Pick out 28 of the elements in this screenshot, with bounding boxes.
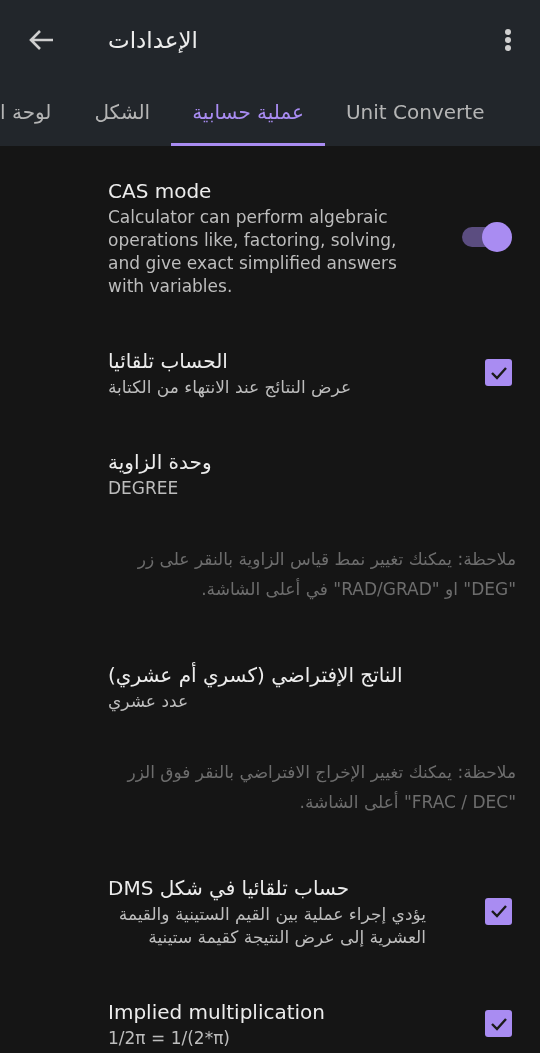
- setting-title: الناتج الإفتراضي (كسري أم عشري): [108, 661, 403, 690]
- setting-summary: 1/2π = 1/(2*π): [108, 1027, 230, 1050]
- tab[interactable]: Unit Converte: [325, 80, 506, 146]
- setting-title: وحدة الزاوية: [108, 449, 212, 476]
- checkbox[interactable]: [485, 359, 512, 386]
- toggle-switch[interactable]: [460, 221, 512, 253]
- check-icon: [489, 1016, 508, 1031]
- more-options-icon[interactable]: [504, 28, 512, 52]
- back-arrow-icon[interactable]: [28, 29, 54, 51]
- setting-title: الحساب تلقائيا: [108, 348, 228, 375]
- checkbox[interactable]: [485, 897, 512, 925]
- note-text: ملاحظة: يمكنك تغيير الإخراج الافتراضي بالنقر فوق الزر "FRAC / DEC" أعلى الشاشة.: [125, 761, 516, 814]
- tab[interactable]: عملية حسابية: [171, 80, 325, 146]
- setting-summary: عدد عشري: [108, 690, 189, 713]
- tab[interactable]: لوحة ا: [0, 80, 74, 146]
- setting-summary: يؤدي إجراء عملية بين القيم الستينية والقيمة العشرية إلى عرض النتيجة كقيمة ستينية: [117, 903, 426, 949]
- note-text: ملاحظة: يمكنك تغيير نمط قياس الزاوية بالنقر على زر "DEG" او "RAD/GRAD" في أعلى الشاشة.: [136, 548, 516, 602]
- tab[interactable]: الشكل: [73, 80, 172, 146]
- setting-summary: DEGREE: [108, 477, 179, 500]
- setting-summary: Calculator can perform algebraic operations like, factoring, solving, and give exact simplified answers with variables.: [108, 206, 398, 298]
- setting-title: CAS mode: [108, 178, 212, 205]
- check-icon: [489, 365, 508, 380]
- check-icon: [489, 904, 508, 918]
- checkbox[interactable]: [485, 1010, 512, 1037]
- setting-title: حساب تلقائيا في شكل DMS: [108, 875, 350, 903]
- setting-title: Implied multiplication: [108, 999, 326, 1026]
- setting-summary: عرض النتائج عند الانتهاء من الكتابة: [108, 376, 352, 399]
- app-bar-title: الإعدادات: [108, 25, 198, 55]
